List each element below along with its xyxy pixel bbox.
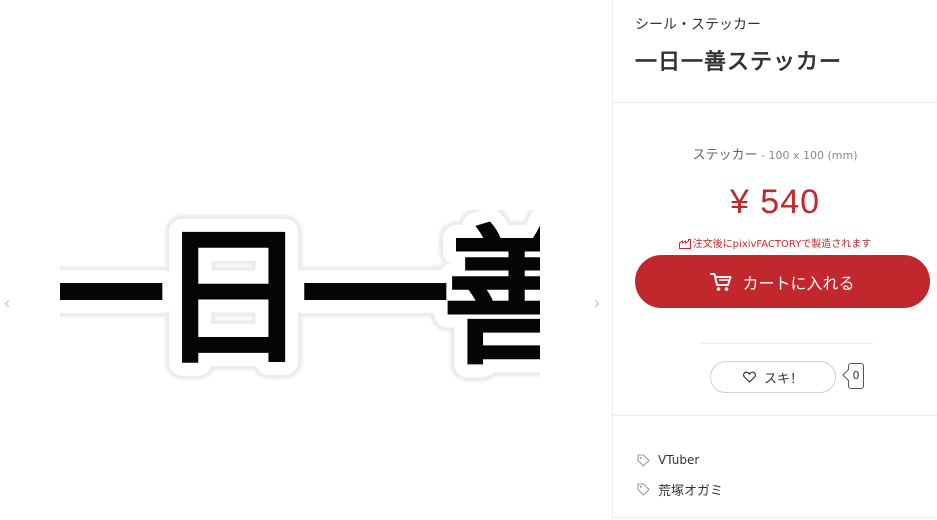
- product-title: 一日一善ステッカー: [635, 50, 843, 75]
- product-category-link[interactable]: シール・ステッカー: [635, 14, 761, 34]
- tag-icon: [637, 483, 650, 496]
- variant-label: ステッカー - 100 x 100 (mm): [613, 144, 937, 163]
- variant-size: - 100 x 100 (mm): [757, 149, 858, 162]
- tag-icon: [637, 453, 650, 467]
- like-label: スキ！: [763, 371, 803, 387]
- chevron-right-icon[interactable]: ›: [590, 293, 604, 315]
- divider-short: [701, 343, 873, 344]
- tag-arazuka-ogami[interactable]: 荒塚オガミ: [637, 480, 723, 499]
- factory-note[interactable]: 注文後にpixivFACTORYで製造されます: [613, 235, 937, 250]
- add-to-cart-label: カートに入れる: [742, 273, 855, 293]
- tag-label: 荒塚オガミ: [658, 484, 724, 499]
- sticker-calligraphy: 一日一善: [60, 210, 540, 386]
- tag-label: VTuber: [658, 453, 700, 467]
- divider: [613, 415, 937, 416]
- product-image[interactable]: 一日一善 一日一善 一日一善: [60, 210, 540, 390]
- product-image-gallery: ‹ 一日一善 一日一善 一日一善 ›: [0, 0, 612, 520]
- product-info-panel: シール・ステッカー 一日一善ステッカー ステッカー - 100 x 100 (m…: [613, 0, 937, 520]
- divider: [613, 517, 937, 518]
- like-button[interactable]: スキ！: [710, 361, 836, 393]
- like-count: 0: [848, 363, 864, 389]
- factory-note-text: 注文後にpixivFACTORYで製造されます: [692, 239, 872, 250]
- add-to-cart-button[interactable]: カートに入れる: [635, 255, 930, 308]
- divider: [613, 102, 937, 103]
- variant-name: ステッカー: [692, 148, 758, 163]
- tag-vtuber[interactable]: VTuber: [637, 453, 699, 467]
- chevron-left-icon[interactable]: ‹: [0, 293, 14, 315]
- heart-icon: [743, 371, 756, 383]
- cart-icon: [710, 272, 732, 291]
- factory-icon: [678, 239, 691, 249]
- price: ¥ 540: [729, 183, 821, 221]
